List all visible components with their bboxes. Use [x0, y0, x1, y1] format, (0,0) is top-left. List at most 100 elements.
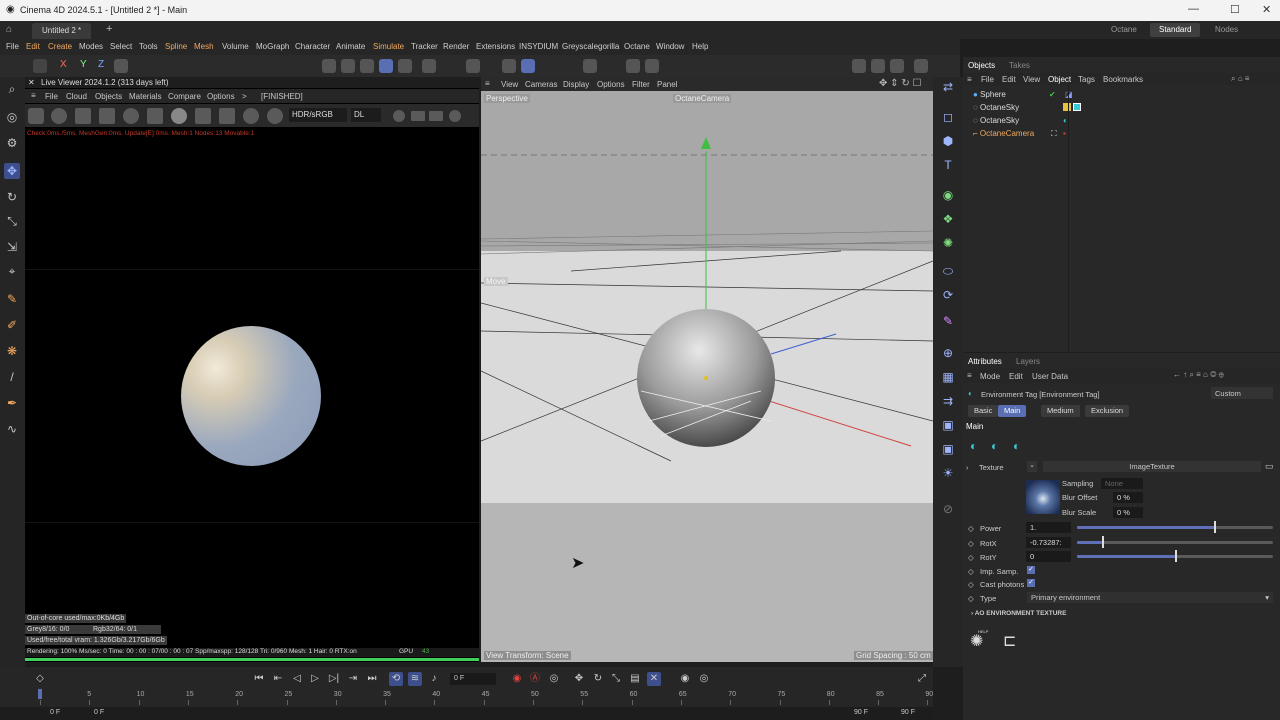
settings-gear-icon[interactable]: [123, 108, 139, 124]
preview-start-field[interactable]: 0 F: [94, 709, 104, 716]
menu-tracker[interactable]: Tracker: [411, 42, 438, 51]
lock-icon[interactable]: [147, 108, 163, 124]
live-selection-icon[interactable]: ⚙: [4, 135, 20, 151]
power-slider[interactable]: [1077, 521, 1273, 533]
knife-tool-icon[interactable]: ✎: [4, 291, 20, 307]
paint-tool-icon[interactable]: /: [4, 369, 20, 385]
ao-section-header[interactable]: › AO ENVIRONMENT TEXTURE: [971, 610, 1066, 617]
attr-menu-edit[interactable]: Edit: [1009, 372, 1023, 381]
nav-arrows-icon[interactable]: ← ↑ ⌕ ≡ ⌂ ◎ ⊕: [1173, 370, 1224, 380]
edges-mode-icon[interactable]: [341, 59, 355, 73]
axis-x-toggle[interactable]: X: [60, 59, 67, 70]
keyframe-icon[interactable]: ◇: [968, 580, 974, 589]
sphere-preview-icon[interactable]: [171, 108, 187, 124]
lv-menu-cloud[interactable]: Cloud: [66, 92, 87, 101]
subtab-exclusion[interactable]: Exclusion: [1085, 405, 1130, 417]
menu-create[interactable]: Create: [48, 42, 72, 51]
roty-slider-knob[interactable]: [1175, 550, 1177, 562]
chevron-down-icon[interactable]: ⌄: [1027, 461, 1037, 472]
target-icon[interactable]: ⛶: [1051, 129, 1057, 139]
imp-samp-checkbox[interactable]: ✓: [1027, 566, 1035, 574]
region-render-icon[interactable]: [99, 108, 115, 124]
camera-icon[interactable]: ▦: [940, 369, 956, 385]
roty-slider[interactable]: [1077, 550, 1273, 562]
layout-octane[interactable]: Octane: [1102, 23, 1146, 37]
menu-greyscalegorilla[interactable]: Greyscalegorilla: [562, 42, 619, 51]
roty-field[interactable]: 0: [1026, 551, 1071, 562]
sampling-select[interactable]: None: [1101, 478, 1143, 489]
vp-menu-filter[interactable]: Filter: [632, 80, 650, 89]
node-editor-icon[interactable]: ⊏: [1003, 631, 1016, 651]
deformer-icon[interactable]: ✺: [940, 235, 956, 251]
menu-insydium[interactable]: INSYDIUM: [519, 42, 558, 51]
material-icon[interactable]: [267, 108, 283, 124]
subtab-medium[interactable]: Medium: [1041, 405, 1080, 417]
grid-snap-icon[interactable]: [502, 59, 516, 73]
cube-object-icon[interactable]: ⬢: [940, 133, 956, 149]
perspective-viewport[interactable]: ≡ View Cameras Display Options Filter Pa…: [481, 77, 933, 662]
modeling-icon[interactable]: [583, 59, 597, 73]
menu-edit[interactable]: Edit: [26, 42, 40, 51]
hamburger-icon[interactable]: ≡: [967, 75, 972, 84]
preset-icon-2[interactable]: ◐: [991, 439, 998, 453]
select-tool-icon[interactable]: ◎: [4, 109, 20, 125]
home-icon[interactable]: ⌂: [6, 24, 12, 35]
workplane-icon[interactable]: [521, 59, 535, 73]
send-scene-icon[interactable]: [28, 108, 44, 124]
rotx-field[interactable]: -0.73287:: [1026, 537, 1071, 548]
edit-icon[interactable]: ⊘: [940, 501, 956, 517]
tab-takes[interactable]: Takes: [1009, 61, 1030, 70]
menu-character[interactable]: Character: [295, 42, 330, 51]
vp-menu-panel[interactable]: Panel: [657, 80, 677, 89]
keyframe-icon[interactable]: ◇: [968, 539, 974, 548]
rotx-slider-knob[interactable]: [1102, 536, 1105, 548]
lv-menu-objects[interactable]: Objects: [95, 92, 122, 101]
render-picture-icon[interactable]: [890, 59, 904, 73]
texture-button[interactable]: ImageTexture: [1043, 461, 1261, 472]
transfer-icon[interactable]: ⇲: [4, 239, 20, 255]
sculpt-tool-icon[interactable]: ❋: [4, 343, 20, 359]
null-object-icon[interactable]: ⇄: [940, 79, 956, 95]
object-row-octanesky-2[interactable]: ◌ OctaneSky ◐: [973, 116, 1068, 125]
menu-extensions[interactable]: Extensions: [476, 42, 515, 51]
sun-icon[interactable]: ☀: [940, 465, 956, 481]
camera-tag-icon[interactable]: ▪: [1063, 129, 1066, 138]
render-icon[interactable]: ⇉: [940, 393, 956, 409]
undo-icon[interactable]: [33, 59, 47, 73]
menu-tools[interactable]: Tools: [139, 42, 158, 51]
keyframe-icon[interactable]: ◇: [968, 594, 974, 603]
tag-icon[interactable]: [1063, 103, 1071, 111]
object-row-octanecamera[interactable]: ⌐ OctaneCamera ⛶ ▪: [973, 129, 1066, 138]
sky-icon[interactable]: ▣: [940, 441, 956, 457]
texture-thumbnail[interactable]: [1026, 480, 1060, 514]
menu-mesh[interactable]: Mesh: [194, 42, 214, 51]
help-icon[interactable]: ✺: [970, 631, 983, 651]
maximize-button[interactable]: ☐: [1230, 3, 1240, 16]
pen-tool-icon[interactable]: ✒: [4, 395, 20, 411]
menu-simulate[interactable]: Simulate: [373, 42, 404, 51]
clay-mode-icon[interactable]: [393, 110, 405, 122]
record-icon[interactable]: [449, 110, 461, 122]
menu-modes[interactable]: Modes: [79, 42, 103, 51]
add-tab-button[interactable]: +: [106, 23, 112, 35]
navigation-icons[interactable]: ✥ ⇕ ↻ ☐: [879, 78, 921, 89]
active-camera-label[interactable]: OctaneCamera: [673, 94, 732, 103]
kernel-select[interactable]: DL: [351, 108, 381, 122]
mograph-icon[interactable]: ❖: [940, 211, 956, 227]
type-select[interactable]: Primary environment ▾: [1027, 592, 1273, 603]
power-slider-knob[interactable]: [1214, 521, 1217, 533]
lv-menu-more[interactable]: >: [242, 92, 247, 101]
lock-icon[interactable]: [645, 59, 659, 73]
minimize-button[interactable]: —: [1188, 3, 1199, 15]
hamburger-icon[interactable]: ≡: [485, 79, 490, 88]
object-row-sphere[interactable]: ● Sphere✔◪: [973, 90, 1073, 99]
preview-end-field[interactable]: 90 F: [854, 709, 868, 716]
om-menu-tags[interactable]: Tags: [1078, 75, 1095, 84]
vp-menu-view[interactable]: View: [501, 80, 518, 89]
object-row-octanesky-1[interactable]: ◌ OctaneSky: [973, 103, 1081, 112]
close-icon[interactable]: ✕: [28, 78, 35, 87]
om-menu-edit[interactable]: Edit: [1002, 75, 1016, 84]
lv-menu-file[interactable]: File: [45, 92, 58, 101]
snap-icon[interactable]: [466, 59, 480, 73]
color-space-select[interactable]: HDR/sRGB: [289, 108, 347, 122]
